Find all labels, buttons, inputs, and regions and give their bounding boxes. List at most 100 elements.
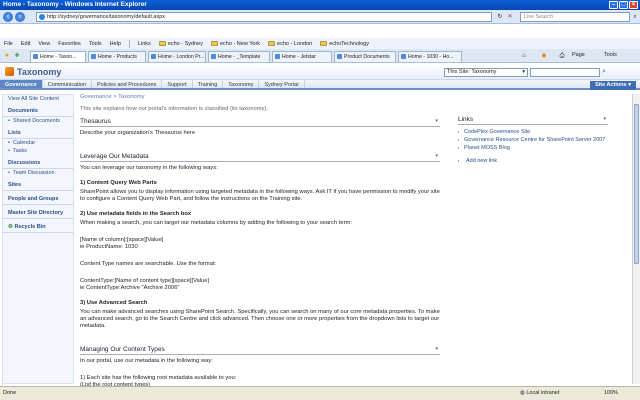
tab-bar: ★ ✚ Home - Taxon... Home - Products Home… [0, 49, 640, 63]
section-text: When making a search, you can target our… [80, 220, 352, 226]
view-all-site-content[interactable]: View All Site Content [3, 95, 73, 103]
folder-icon [320, 41, 328, 46]
scrollbar-thumb[interactable] [634, 104, 639, 264]
chevron-down-icon: ▾ [522, 69, 525, 75]
webpart-menu-icon[interactable]: ▾ [603, 116, 606, 122]
nav-communication[interactable]: Communication [43, 80, 93, 88]
webpart-menu-icon[interactable]: ▾ [435, 118, 438, 124]
tab-template[interactable]: Home - _Template [208, 51, 270, 62]
nav-sydney-portal[interactable]: Sydney Portal [259, 80, 305, 88]
menu-tools[interactable]: Tools [85, 41, 106, 47]
menu-bar: File Edit View Favorites Tools Help Link… [0, 38, 640, 49]
add-new-link[interactable]: Add new link [458, 158, 608, 164]
url-input[interactable]: http://sydney/governance/taxonomy/defaul… [36, 12, 492, 22]
ql-documents[interactable]: Documents [3, 106, 73, 117]
nav-taxonomy[interactable]: Taxonomy [223, 80, 260, 88]
tab-product-documents[interactable]: Product Documents [334, 51, 396, 62]
site-actions-button[interactable]: Site Actions ▾ [590, 81, 636, 90]
forward-button[interactable]: › [15, 12, 25, 22]
menu-favorites[interactable]: Favorites [54, 41, 85, 47]
zoom-level[interactable]: 100% [604, 387, 618, 400]
page-icon [151, 54, 156, 59]
menu-file[interactable]: File [0, 41, 17, 47]
main-content: Governance > Taxonomy This site explains… [80, 94, 440, 388]
ql-people-groups[interactable]: People and Groups [3, 194, 73, 205]
tab-1030[interactable]: Home - 1030 - Ho... [398, 51, 462, 62]
links-list: CodePlex Governance Site Governance Reso… [458, 128, 608, 152]
section-text: You can make advanced searches using Sha… [80, 309, 440, 329]
favorites-star-icon[interactable]: ★ [3, 52, 11, 60]
search-scope-select[interactable]: This Site: Taxonomy ▾ [444, 68, 528, 77]
link-echo-london[interactable]: echo - London [264, 41, 316, 47]
refresh-icon[interactable]: ↻ [496, 13, 504, 21]
search-input[interactable]: Live Search [520, 12, 630, 22]
link-echo-sydney[interactable]: echo - Sydney [155, 41, 207, 47]
tools-menu[interactable]: Tools [604, 52, 617, 58]
leverage-intro: You can leverage our taxonomy in the fol… [80, 165, 218, 171]
links-label: Links [137, 40, 151, 47]
site-title[interactable]: Taxonomy [17, 67, 61, 77]
menu-view[interactable]: View [34, 41, 54, 47]
page-icon [401, 54, 406, 59]
tab-jetstar[interactable]: Home - Jetstar [272, 51, 332, 62]
page-icon [33, 54, 38, 59]
menu-help[interactable]: Help [106, 41, 125, 47]
page-icon [275, 54, 280, 59]
menu-edit[interactable]: Edit [17, 41, 34, 47]
page-menu[interactable]: Page [572, 52, 585, 58]
nav-training[interactable]: Training [193, 80, 224, 88]
tab-products[interactable]: Home - Products [88, 51, 146, 62]
ql-master-site-directory[interactable]: Master Site Directory [3, 208, 73, 219]
nav-support[interactable]: Support [162, 80, 193, 88]
webpart-menu-icon[interactable]: ▾ [435, 153, 438, 159]
ql-lists[interactable]: Lists [3, 128, 73, 139]
link-echo-newyork[interactable]: echo - New York [207, 41, 264, 47]
ql-discussions[interactable]: Discussions [3, 158, 73, 169]
ql-shared-documents[interactable]: Shared Documents [3, 117, 73, 125]
managing-intro: In our portal, use our metadata in the f… [80, 358, 213, 364]
status-bar: Done ◍ Local intranet 100% [0, 386, 640, 400]
link-item[interactable]: Governance Resource Centre for SharePoin… [458, 136, 608, 144]
links-webpart-title: Links ▾ [458, 116, 608, 125]
close-icon[interactable]: × [629, 1, 638, 9]
section-text: [Name of column]:[space][Value] [80, 237, 164, 243]
search-icon[interactable]: ⌕ [631, 13, 639, 21]
tab-taxonomy[interactable]: Home - Taxon... [30, 51, 86, 62]
section-text: SharePoint allows you to display informa… [80, 189, 440, 202]
menu-separator [128, 39, 130, 48]
back-button[interactable]: ‹ [3, 12, 13, 22]
home-icon[interactable]: ⌂ [520, 52, 528, 60]
ql-team-discussion[interactable]: Team Discussion [3, 169, 73, 177]
link-item[interactable]: Planet MOSS Blog [458, 144, 608, 152]
rss-icon[interactable]: ◉ [540, 52, 548, 60]
ql-tasks[interactable]: Tasks [3, 147, 73, 155]
minimize-icon[interactable]: – [609, 1, 618, 9]
ql-calendar[interactable]: Calendar [3, 139, 73, 147]
nav-policies[interactable]: Policies and Procedures [92, 80, 163, 88]
managing-webpart-title: Managing Our Content Types ▾ [80, 346, 440, 355]
page-scrollbar[interactable] [632, 94, 640, 384]
ie-page-icon [39, 14, 45, 20]
webpart-menu-icon[interactable]: ▾ [435, 346, 438, 352]
page-icon [91, 54, 96, 59]
link-echo-technology[interactable]: echoTechnology [316, 41, 373, 47]
page-icon [211, 54, 216, 59]
ql-sites[interactable]: Sites [3, 180, 73, 191]
print-icon[interactable]: ⎙ [558, 52, 566, 60]
breadcrumb[interactable]: Governance > Taxonomy [80, 94, 440, 100]
section-text: ie ProductName: 1030 [80, 244, 138, 250]
ql-recycle-bin[interactable]: ♻ Recycle Bin [3, 222, 73, 233]
link-item[interactable]: CodePlex Governance Site [458, 128, 608, 136]
site-search-input[interactable] [530, 68, 600, 77]
maximize-icon[interactable]: □ [619, 1, 628, 9]
page-icon [337, 54, 342, 59]
quick-launch: View All Site Content Documents Shared D… [2, 94, 74, 384]
add-favorites-icon[interactable]: ✚ [13, 52, 21, 60]
thesaurus-webpart-title: Thesaurus ▾ [80, 118, 440, 127]
status-text: Done [3, 390, 17, 396]
tab-london[interactable]: Home - London Pr... [148, 51, 206, 62]
nav-governance[interactable]: Governance [0, 80, 43, 88]
stop-icon[interactable]: ✕ [506, 13, 514, 21]
search-go-icon[interactable]: ⌕ [602, 68, 611, 77]
globe-icon: ◍ [520, 390, 525, 396]
